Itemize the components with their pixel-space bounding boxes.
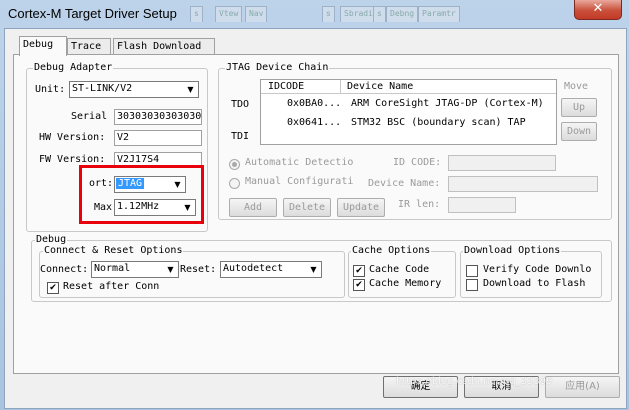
add-button[interactable]: Add bbox=[229, 198, 277, 217]
reset-after-conn-label: Reset after Conn bbox=[63, 281, 160, 292]
unit-value: ST-LINK/V2 bbox=[72, 83, 133, 94]
cache-options-label: Cache Options bbox=[351, 245, 432, 256]
connect-value: Normal bbox=[94, 263, 131, 274]
download-options-label: Download Options bbox=[463, 245, 562, 256]
update-button[interactable]: Update bbox=[337, 198, 385, 217]
fw-version-label: FW Version: bbox=[39, 154, 106, 165]
row-idcode: 0x0641... bbox=[287, 117, 342, 128]
cache-memory-checkbox[interactable]: ✔ bbox=[353, 279, 365, 291]
background-tab: s bbox=[190, 6, 203, 22]
move-down-button[interactable]: Down bbox=[561, 122, 597, 141]
background-tab: Debng bbox=[386, 6, 419, 22]
tdo-label: TDO bbox=[231, 99, 250, 110]
connect-label: Connect: bbox=[40, 264, 89, 275]
hw-version-value: V2 bbox=[117, 132, 130, 143]
close-icon: ✕ bbox=[592, 1, 604, 16]
cache-memory-label: Cache Memory bbox=[369, 278, 442, 289]
reset-after-conn-checkbox[interactable]: ✔ bbox=[47, 282, 59, 294]
apply-button[interactable]: 应用(A) bbox=[545, 376, 620, 398]
unit-select[interactable]: ST-LINK/V2 ▼ bbox=[69, 81, 199, 98]
row-device: ARM CoreSight JTAG-DP (Cortex-M) bbox=[351, 98, 544, 109]
move-label: Move bbox=[564, 81, 589, 92]
fw-version-value: V2J17S4 bbox=[117, 154, 160, 165]
debug-adapter-label: Debug Adapter bbox=[33, 62, 114, 73]
chevron-down-icon: ▼ bbox=[167, 265, 174, 274]
chevron-down-icon: ▼ bbox=[187, 85, 194, 94]
id-code-label: ID CODE: bbox=[393, 157, 442, 168]
row-idcode: 0x0BA0... bbox=[287, 98, 342, 109]
device-name-label: Device Name: bbox=[368, 178, 441, 189]
serial-label: Serial bbox=[71, 111, 108, 122]
auto-detect-label: Automatic Detectio bbox=[245, 157, 354, 168]
column-divider bbox=[340, 80, 341, 93]
move-up-button[interactable]: Up bbox=[561, 98, 597, 117]
unit-label: Unit: bbox=[35, 84, 66, 95]
close-button[interactable]: ✕ bbox=[574, 0, 622, 20]
verify-code-label: Verify Code Downlo bbox=[483, 264, 592, 275]
id-code-field[interactable] bbox=[448, 155, 556, 171]
background-tab: s bbox=[322, 6, 335, 22]
tdi-label: TDI bbox=[231, 131, 250, 142]
jtag-chain-label: JTAG Device Chain bbox=[225, 62, 330, 73]
highlight-box bbox=[79, 165, 204, 224]
serial-field: 30303030303030 bbox=[114, 109, 202, 125]
col-idcode: IDCODE bbox=[268, 81, 305, 92]
tab-debug[interactable]: Debug bbox=[19, 36, 67, 56]
manual-config-radio[interactable] bbox=[229, 178, 240, 189]
reset-value: Autodetect bbox=[223, 263, 284, 274]
connect-reset-label: Connect & Reset Options bbox=[43, 245, 184, 256]
hw-version-field: V2 bbox=[114, 130, 202, 146]
background-tab: Vtew bbox=[215, 6, 243, 22]
cache-code-label: Cache Code bbox=[369, 264, 430, 275]
chevron-down-icon: ▼ bbox=[310, 265, 317, 274]
reset-label: Reset: bbox=[180, 264, 217, 275]
row-device: STM32 BSC (boundary scan) TAP bbox=[351, 117, 526, 128]
background-tab: Paramtr bbox=[418, 6, 460, 22]
ir-len-field[interactable] bbox=[448, 197, 516, 213]
jtag-chain-table[interactable]: IDCODE Device Name 0x0BA0... ARM CoreSig… bbox=[260, 79, 557, 145]
download-flash-checkbox[interactable] bbox=[466, 279, 478, 291]
connect-select[interactable]: Normal ▼ bbox=[91, 261, 179, 278]
delete-button[interactable]: Delete bbox=[283, 198, 331, 217]
background-tab: Nav bbox=[245, 6, 268, 22]
auto-detect-radio[interactable] bbox=[229, 159, 240, 170]
download-flash-label: Download to Flash bbox=[483, 278, 586, 289]
debug-group-label: Debug bbox=[35, 234, 68, 245]
serial-value: 30303030303030 bbox=[117, 111, 202, 122]
manual-config-label: Manual Configurati bbox=[245, 176, 354, 187]
col-device-name: Device Name bbox=[347, 81, 414, 92]
device-name-field[interactable] bbox=[448, 176, 598, 192]
ir-len-label: IR len: bbox=[398, 199, 441, 210]
reset-select[interactable]: Autodetect ▼ bbox=[220, 261, 322, 278]
window-title: Cortex-M Target Driver Setup bbox=[8, 6, 177, 21]
watermark: https://blog.csdn.net/qq_33399 bbox=[396, 376, 553, 387]
cache-code-checkbox[interactable]: ✔ bbox=[353, 265, 365, 277]
verify-code-checkbox[interactable] bbox=[466, 265, 478, 277]
tab-trace[interactable]: Trace bbox=[67, 38, 111, 55]
tab-flash-download[interactable]: Flash Download bbox=[113, 38, 215, 55]
hw-version-label: HW Version: bbox=[39, 132, 106, 143]
title-bar: Cortex-M Target Driver Setup s Vtew Nav … bbox=[0, 0, 629, 28]
background-tab: s bbox=[373, 6, 386, 22]
